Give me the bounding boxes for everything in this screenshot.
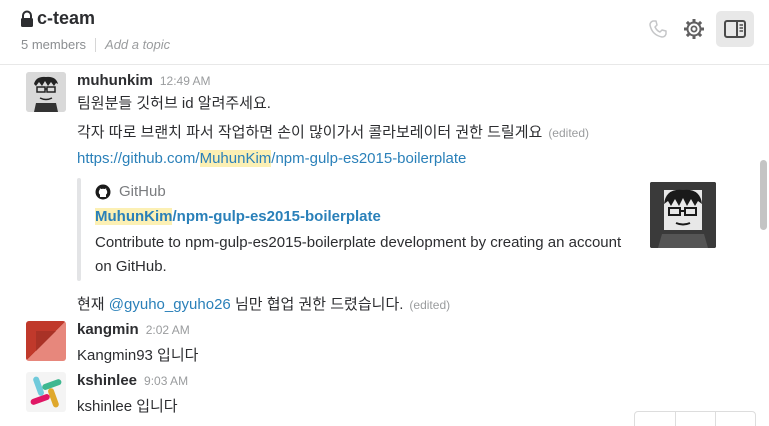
message-text-span: 현재 (77, 296, 109, 313)
user-avatar-icon (26, 72, 66, 112)
attachment-title[interactable]: MuhunKim/npm-gulp-es2015-boilerplate (95, 208, 381, 225)
identicon-avatar-icon (26, 321, 66, 361)
attachment-source: GitHub (95, 183, 166, 200)
message-text: kshinlee 입니다 (77, 398, 178, 415)
message-header: muhunkim 12:49 AM (77, 72, 211, 89)
attachment-title-rest[interactable]: /npm-gulp-es2015-boilerplate (172, 208, 380, 225)
message-timestamp[interactable]: 12:49 AM (160, 74, 211, 88)
user-mention[interactable]: @gyuho_gyuho26 (109, 296, 231, 313)
actions-divider (675, 412, 676, 426)
member-count[interactable]: 5 members (21, 37, 86, 52)
channel-header: c-team 5 members Add a topic (0, 0, 769, 65)
scrollbar-thumb[interactable] (760, 160, 767, 230)
author-name[interactable]: kangmin (77, 321, 139, 338)
link-prefix[interactable]: https://github.com/ (77, 150, 200, 167)
message-timestamp[interactable]: 2:02 AM (146, 323, 190, 337)
slack-logo-avatar-icon (26, 372, 66, 412)
github-icon (95, 184, 111, 199)
author-name[interactable]: kshinlee (77, 372, 137, 389)
call-button[interactable] (643, 14, 673, 44)
message-link[interactable]: https://github.com/MuhunKim/npm-gulp-es2… (77, 150, 466, 167)
attachment-border (77, 178, 81, 281)
author-name[interactable]: muhunkim (77, 72, 153, 89)
channel-title[interactable]: c-team (20, 8, 95, 29)
channel-name: c-team (37, 8, 96, 28)
channel-settings-button[interactable] (679, 14, 709, 44)
user-avatar-icon (650, 182, 716, 248)
sidebar-toggle-icon (724, 20, 746, 38)
attachment-source-name: GitHub (119, 183, 166, 200)
message-text: Kangmin93 입니다 (77, 347, 199, 364)
add-topic-link[interactable]: Add a topic (105, 37, 170, 52)
attachment-title-highlight[interactable]: MuhunKim (95, 208, 173, 225)
phone-icon (649, 20, 667, 38)
attachment-thumbnail[interactable] (650, 182, 716, 248)
avatar[interactable] (26, 72, 66, 112)
avatar[interactable] (26, 372, 66, 412)
attachment-description: Contribute to npm-gulp-es2015-boilerplat… (95, 234, 622, 275)
message-timestamp[interactable]: 9:03 AM (144, 374, 188, 388)
link-suffix[interactable]: /npm-gulp-es2015-boilerplate (271, 150, 466, 167)
edited-label: (edited) (548, 126, 589, 140)
message-text: 팀원분들 깃허브 id 알려주세요. (77, 95, 271, 112)
message-header: kangmin 2:02 AM (77, 321, 190, 338)
message-text: 현재 @gyuho_gyuho26 님만 협업 권한 드렸습니다. (edited… (77, 293, 450, 314)
avatar[interactable] (26, 321, 66, 361)
message-text-span: 각자 따로 브랜치 파서 작업하면 손이 많이가서 콜라보레이터 권한 드릴게요 (77, 124, 543, 141)
message-text: 각자 따로 브랜치 파서 작업하면 손이 많이가서 콜라보레이터 권한 드릴게요… (77, 121, 589, 142)
lock-icon (21, 10, 33, 27)
message-list[interactable]: muhunkim 12:49 AM 팀원분들 깃허브 id 알려주세요. 각자 … (0, 65, 758, 419)
message-header: kshinlee 9:03 AM (77, 372, 188, 389)
actions-divider (715, 412, 716, 426)
link-highlight[interactable]: MuhunKim (199, 150, 272, 167)
gear-icon (684, 19, 704, 39)
toggle-sidebar-button[interactable] (716, 11, 754, 47)
channel-meta: 5 members Add a topic (21, 37, 170, 52)
edited-label: (edited) (409, 298, 451, 312)
message-text-span: 님만 협업 권한 드렸습니다. (230, 296, 404, 313)
meta-divider (95, 37, 97, 52)
